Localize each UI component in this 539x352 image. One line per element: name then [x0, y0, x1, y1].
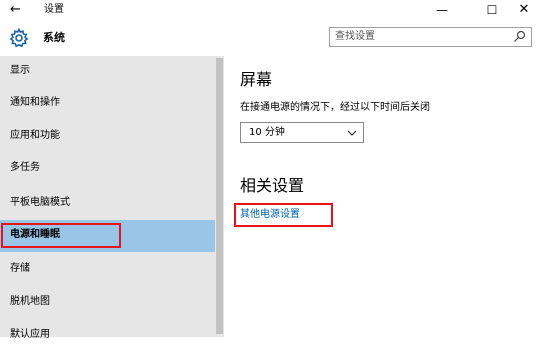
sidebar-item-tablet-mode[interactable]: 平板电脑模式 — [0, 188, 215, 220]
chevron-down-icon — [347, 130, 357, 136]
search-placeholder: 查找设置 — [335, 31, 375, 42]
window-title: 设置 — [44, 4, 64, 15]
dropdown-value: 10 分钟 — [249, 127, 285, 138]
sidebar-item-offline-maps[interactable]: 脱机地图 — [0, 287, 215, 319]
main-content: 屏幕 在接通电源的情况下，经过以下时间后关闭 10 分钟 相关设置 其他电源设置 — [224, 56, 539, 337]
search-icon[interactable] — [513, 30, 526, 43]
section-heading-related: 相关设置 — [240, 176, 305, 195]
sidebar-item-label: 脱机地图 — [10, 296, 50, 307]
sidebar-item-label: 存储 — [10, 263, 30, 274]
section-heading-screen: 屏幕 — [240, 70, 273, 89]
sidebar-item-default-apps[interactable]: 默认应用 — [0, 320, 215, 352]
scrollbar-thumb[interactable] — [216, 58, 223, 334]
page-title: 系统 — [43, 31, 65, 44]
sidebar-item-apps[interactable]: 应用和功能 — [0, 121, 215, 153]
sidebar-item-display[interactable]: 显示 — [0, 56, 215, 88]
sidebar-item-label: 显示 — [10, 65, 30, 76]
additional-power-settings-link[interactable]: 其他电源设置 — [240, 208, 300, 222]
sidebar: 显示 通知和操作 应用和功能 多任务 平板电脑模式 电源和睡眠 存储 脱机地图 … — [0, 56, 215, 340]
page-header: 系统 查找设置 — [0, 20, 539, 56]
gear-icon — [9, 28, 29, 48]
back-arrow-icon[interactable]: ← — [10, 2, 21, 18]
sidebar-item-power-sleep[interactable]: 电源和睡眠 — [0, 220, 215, 252]
sidebar-item-multitasking[interactable]: 多任务 — [0, 153, 215, 185]
sidebar-item-label: 默认应用 — [10, 329, 50, 340]
sidebar-item-storage[interactable]: 存储 — [0, 254, 215, 286]
close-button[interactable]: ✕ — [510, 1, 538, 19]
title-bar: ← 设置 — ☐ ✕ — [0, 0, 539, 20]
highlight-box — [1, 223, 121, 248]
sidebar-item-label: 应用和功能 — [10, 130, 60, 141]
sidebar-item-label: 通知和操作 — [10, 97, 60, 108]
minimize-button[interactable]: — — [428, 1, 456, 19]
sidebar-scrollbar[interactable] — [215, 56, 224, 337]
screen-timeout-dropdown[interactable]: 10 分钟 — [240, 122, 364, 143]
search-input[interactable]: 查找设置 — [329, 27, 532, 47]
sidebar-item-notifications[interactable]: 通知和操作 — [0, 88, 215, 120]
sidebar-item-label: 平板电脑模式 — [10, 197, 70, 208]
screen-timeout-label: 在接通电源的情况下，经过以下时间后关闭 — [240, 102, 430, 113]
maximize-button[interactable]: ☐ — [478, 1, 506, 19]
sidebar-item-label: 多任务 — [10, 162, 40, 173]
